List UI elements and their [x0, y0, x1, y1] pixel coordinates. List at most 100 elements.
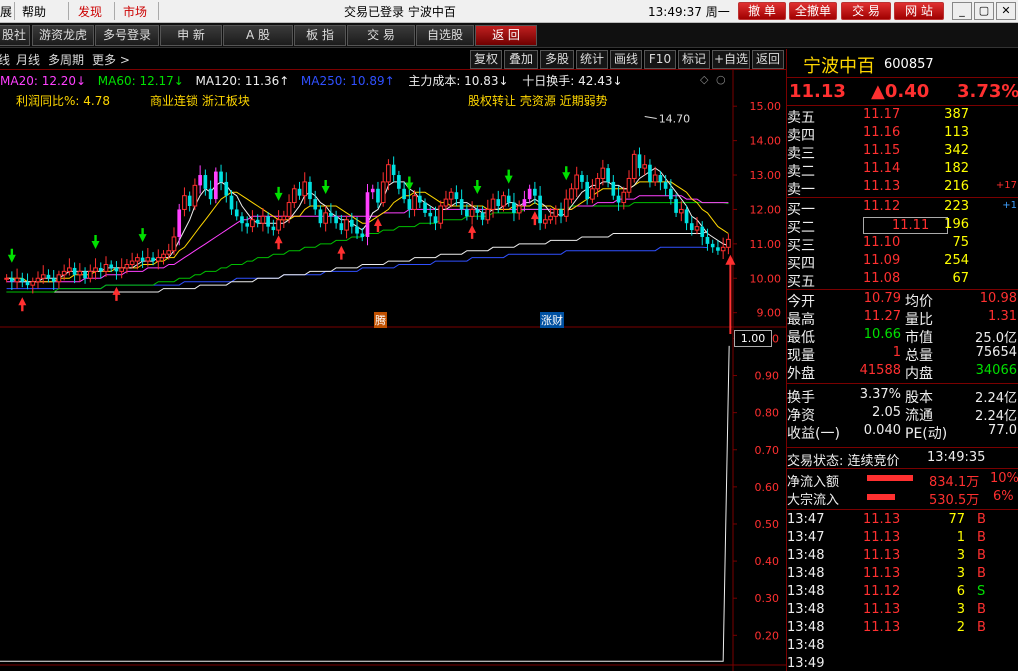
stat-label: 外盘: [787, 366, 815, 382]
sell-level-price[interactable]: 11.16: [863, 125, 900, 140]
lower-indicator: 1.00 0.90 0.80 0.70 0.60 0.50 0.40 0.30 0.20: [0, 332, 780, 662]
trade-button[interactable]: 交 易: [841, 2, 891, 20]
candle-body: [119, 267, 125, 272]
buy-level-price[interactable]: 11.10: [863, 235, 900, 250]
chart-back-button[interactable]: 返回: [752, 50, 784, 69]
sell-level-label: 卖四: [787, 128, 815, 144]
toolbar-button-index[interactable]: 板 指: [294, 25, 346, 46]
candle-body: [308, 181, 312, 200]
candle-body: [438, 205, 444, 224]
menu-item-0[interactable]: 展: [0, 3, 12, 20]
candle-body: [637, 154, 642, 169]
period-item-more[interactable]: 更多 >: [92, 51, 130, 68]
sell-signal-icon: [274, 186, 283, 201]
stat-label: 股本: [905, 390, 933, 406]
candle-body: [516, 205, 522, 214]
period-item-monthly[interactable]: 月线: [16, 51, 40, 68]
candle-body: [40, 274, 46, 279]
mark-button[interactable]: 标记: [678, 50, 710, 69]
sell-level-price[interactable]: 11.17: [863, 107, 900, 122]
event-tag-1[interactable]: 涨财: [540, 312, 564, 328]
lower-tick-label: 0.50: [755, 518, 780, 531]
clock: 13:49:37 周一: [648, 5, 730, 19]
sell-level-price[interactable]: 11.14: [863, 161, 900, 176]
toolbar-button-multi-login[interactable]: 多号登录: [95, 25, 159, 46]
stat-label: 流通: [905, 408, 933, 424]
tick-time: 13:48: [787, 602, 825, 617]
candle-body: [140, 257, 145, 262]
tick-price: 11.13: [863, 548, 901, 563]
sell-level-price[interactable]: 11.13: [863, 179, 900, 194]
overlay-button[interactable]: 叠加: [504, 50, 538, 69]
restore-icon[interactable]: ▢: [974, 2, 994, 20]
candle-body: [35, 277, 41, 283]
toolbar-button-community[interactable]: 股社: [0, 25, 30, 46]
close-icon[interactable]: ✕: [996, 2, 1016, 20]
buy-level-price[interactable]: 11.09: [863, 253, 900, 268]
sell-signal-icon: [7, 248, 16, 263]
candle-body: [355, 226, 359, 234]
stat-value: 0.040: [863, 423, 901, 438]
stat-value: 11.27: [863, 309, 901, 324]
candle-body: [192, 184, 198, 207]
trade-status-time: 13:49:35: [927, 450, 986, 465]
cancel-all-button[interactable]: 全撤单: [789, 2, 837, 20]
candle-body: [616, 195, 621, 203]
sell-level-price[interactable]: 11.15: [863, 143, 900, 158]
tick-volume: 1: [956, 530, 965, 545]
kline-chart[interactable]: 14.70 15.00 14.00 13.00 12.00 11.00 10.00 9.00…: [0, 69, 786, 671]
toolbar-button-hot-money[interactable]: 游资龙虎: [32, 25, 94, 46]
candle-body: [281, 215, 287, 221]
candle-body: [611, 181, 616, 196]
candle-body: [77, 270, 83, 276]
period-item-line[interactable]: 线: [0, 51, 10, 68]
candle-body: [585, 181, 589, 200]
menu-item-market[interactable]: 市场: [123, 3, 147, 20]
toolbar-button-watchlist[interactable]: 自选股: [416, 25, 474, 46]
lower-tick-label: 0.60: [755, 481, 780, 494]
candle-body: [397, 175, 401, 189]
toolbar-button-ipo[interactable]: 申 新: [160, 25, 222, 46]
tick-price: 11.13: [863, 566, 901, 581]
candle-body: [198, 175, 202, 186]
toolbar-button-trade[interactable]: 交 易: [347, 25, 415, 46]
f10-button[interactable]: F10: [644, 50, 676, 69]
peak-price-label: 14.70: [659, 113, 691, 126]
candle-body: [318, 209, 323, 224]
candle-body: [386, 164, 391, 183]
stats-button[interactable]: 统计: [576, 50, 608, 69]
candle-body: [475, 209, 480, 213]
event-tag-0[interactable]: 腾: [374, 312, 387, 328]
period-item-multi[interactable]: 多周期: [48, 51, 84, 68]
toolbar-button-a-share[interactable]: A 股: [223, 25, 293, 46]
candle-body: [302, 181, 308, 197]
menu-item-discover[interactable]: 发现: [78, 3, 102, 20]
multi-stock-button[interactable]: 多股: [540, 50, 574, 69]
tick-price: 11.13: [863, 620, 901, 635]
minimize-icon[interactable]: _: [952, 2, 972, 20]
candle-body: [260, 215, 266, 224]
buy-level-volume: 254: [944, 253, 969, 268]
candle-body: [10, 278, 14, 282]
draw-button[interactable]: 画线: [610, 50, 642, 69]
tick-time: 13:48: [787, 638, 825, 653]
price-tick-label: 15.00: [750, 100, 782, 113]
toolbar-button-back[interactable]: 返 回: [475, 25, 537, 46]
price-change: ▲0.40: [871, 81, 930, 102]
menu-item-help[interactable]: 帮助: [22, 3, 46, 20]
stat-value: 10.98: [979, 291, 1017, 306]
buy-level-price[interactable]: 11.12: [863, 199, 900, 214]
price-tick-label: 13.00: [750, 169, 782, 182]
website-button[interactable]: 网 站: [894, 2, 944, 20]
cancel-order-button[interactable]: 撤 单: [738, 2, 786, 20]
candle-body: [678, 208, 684, 214]
sell-level-label: 卖一: [787, 182, 815, 198]
stat-value: 34066: [975, 363, 1017, 378]
candle-body: [580, 175, 584, 182]
add-watchlist-button[interactable]: +自选: [712, 50, 750, 69]
sell-signal-icon: [138, 228, 147, 243]
candle-body: [720, 246, 726, 252]
buy-signal-icon: [337, 245, 346, 260]
adjust-button[interactable]: 复权: [470, 50, 502, 69]
buy-level-price[interactable]: 11.08: [863, 271, 900, 286]
